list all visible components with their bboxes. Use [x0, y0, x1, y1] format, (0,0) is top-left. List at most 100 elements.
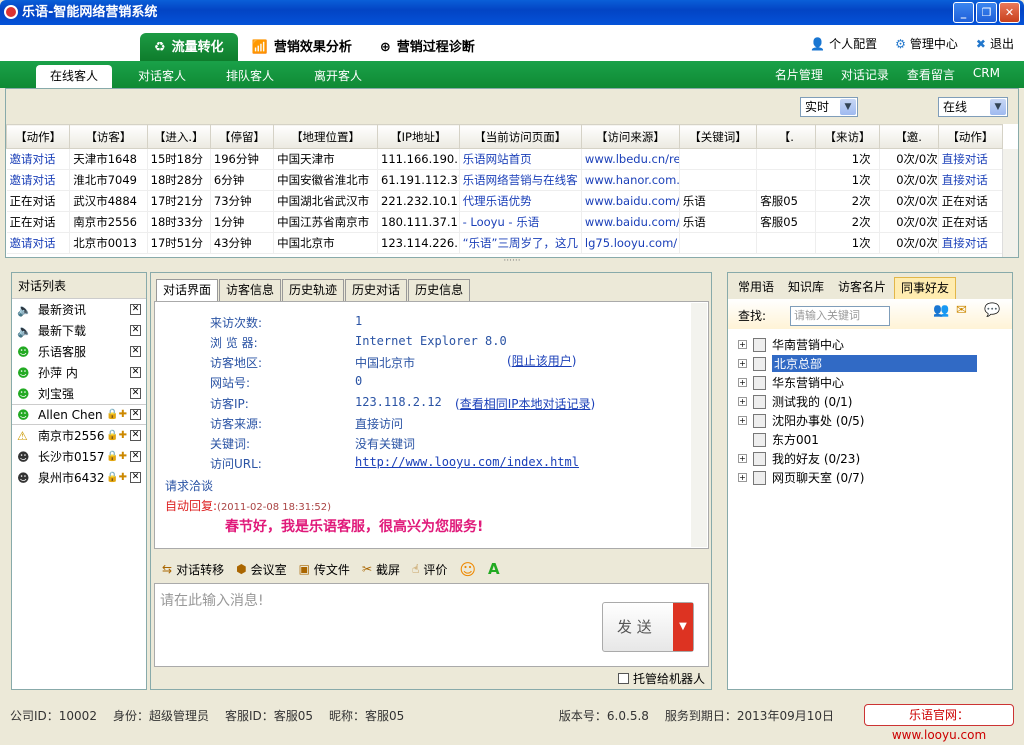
column-header[interactable]: 【当前访问页面】 — [458, 124, 582, 149]
list-item[interactable]: ☻ 刘宝强 ✕ — [12, 383, 146, 404]
info-value[interactable]: http://www.looyu.com/index.html — [355, 455, 579, 469]
add-group-icon[interactable]: 👥 — [933, 303, 949, 318]
tab-marketing-analysis[interactable]: 📶 营销效果分析 — [238, 33, 366, 63]
tool-transfer[interactable]: ⇆ 对话转移 — [162, 561, 224, 578]
close-button[interactable]: ✕ — [999, 2, 1020, 23]
tool-file[interactable]: ▣ 传文件 — [299, 561, 350, 578]
tree-item[interactable]: + 我的好友 (0/23) — [738, 449, 860, 468]
list-item[interactable]: ☻ 长沙市0157 🔒✚ ✕ — [12, 446, 146, 467]
column-header[interactable]: 【地理位置】 — [273, 124, 379, 149]
close-icon[interactable]: ✕ — [130, 325, 141, 336]
admin-center-link[interactable]: ⚙ 管理中心 — [895, 35, 958, 52]
splitter-handle[interactable]: ······ — [5, 257, 1019, 268]
view-messages-link[interactable]: 查看留言 — [907, 66, 955, 83]
message-input[interactable]: 请在此输入消息! 发 送 ▼ — [154, 583, 709, 667]
visitor-scrollbar[interactable] — [1002, 149, 1018, 257]
right-tab[interactable]: 同事好友 — [894, 277, 957, 299]
tree-item[interactable]: + 华南营销中心 — [738, 335, 844, 354]
table-cell[interactable]: 代理乐语优势 — [459, 190, 582, 212]
tool-screenshot[interactable]: ✂ 截屏 — [362, 561, 400, 578]
column-header[interactable]: 【停留】 — [209, 124, 275, 149]
list-item[interactable]: ⚠ 南京市2556 🔒✚ ✕ — [12, 425, 146, 446]
crm-link[interactable]: CRM — [973, 66, 1000, 83]
table-cell[interactable]: 邀请对话 — [6, 169, 71, 191]
list-item[interactable]: ☻ 孙萍 内 ✕ — [12, 362, 146, 383]
font-icon[interactable]: A — [488, 560, 500, 578]
chat-tab[interactable]: 历史信息 — [408, 279, 471, 301]
close-icon[interactable]: ✕ — [130, 304, 141, 315]
list-item[interactable]: ☻ 乐语客服 ✕ — [12, 341, 146, 362]
chat-scrollbar[interactable] — [691, 303, 707, 547]
tree-item[interactable]: + 测试我的 (0/1) — [738, 392, 853, 411]
right-tab[interactable]: 常用语 — [732, 277, 780, 299]
personal-config-link[interactable]: 👤 个人配置 — [810, 35, 877, 52]
column-header[interactable]: 【来访】 — [815, 124, 880, 149]
tool-meeting[interactable]: ⬢ 会议室 — [236, 561, 287, 578]
table-cell[interactable]: - Looyu - 乐语 — [459, 211, 582, 233]
expand-icon[interactable]: + — [738, 416, 747, 425]
close-icon[interactable]: ✕ — [130, 472, 141, 483]
expand-icon[interactable]: + — [738, 378, 747, 387]
emoji-icon[interactable]: ☺ — [459, 560, 476, 579]
tab-queued-visitors[interactable]: 排队客人 — [212, 65, 288, 88]
card-management-link[interactable]: 名片管理 — [775, 66, 823, 83]
column-header[interactable]: 【IP地址】 — [377, 124, 460, 149]
message-icon[interactable]: ✉ — [956, 303, 967, 318]
table-cell[interactable]: 直接对话 — [938, 169, 1004, 191]
close-icon[interactable]: ✕ — [130, 409, 141, 420]
table-row[interactable]: 邀请对话 北京市0013 17时51分 43分钟 中国北京市 123.114.226.1 “… — [6, 232, 1004, 254]
column-header[interactable]: 【进入.】 — [146, 124, 211, 149]
tree-item[interactable]: + 北京总部 — [738, 354, 977, 373]
column-header[interactable]: 【动作】 — [937, 124, 1004, 149]
tool-rating[interactable]: ☝ 评价 — [412, 561, 447, 578]
list-item[interactable]: 🔈 最新下载 ✕ — [12, 320, 146, 341]
right-tab[interactable]: 访客名片 — [832, 277, 892, 299]
same-ip-records-link[interactable]: (查看相同IP本地对话记录) — [455, 395, 595, 412]
tab-chatting-visitors[interactable]: 对话客人 — [124, 65, 200, 88]
status-select[interactable]: 在线 ▼ — [938, 97, 1008, 117]
table-cell[interactable]: 直接对话 — [938, 232, 1004, 254]
list-item[interactable]: ☻ Allen Chen 🔒✚ ✕ — [12, 404, 146, 425]
official-site-link[interactable]: 乐语官网：www.looyu.com — [864, 704, 1014, 742]
tab-process-diagnosis[interactable]: ⊕ 营销过程诊断 — [366, 33, 489, 63]
logout-link[interactable]: ✖ 退出 — [976, 35, 1014, 52]
table-row[interactable]: 正在对话 南京市2556 18时33分 1分钟 中国江苏省南京市 180.111.37.1… — [6, 211, 1004, 233]
table-cell[interactable]: 乐语网络营销与在线客 — [459, 169, 582, 191]
close-icon[interactable]: ✕ — [130, 451, 141, 462]
chat-tab[interactable]: 访客信息 — [219, 279, 282, 301]
close-icon[interactable]: ✕ — [130, 430, 141, 441]
expand-icon[interactable]: + — [738, 359, 747, 368]
close-icon[interactable]: ✕ — [130, 346, 141, 357]
table-row[interactable]: 正在对话 武汉市4884 17时21分 73分钟 中国湖北省武汉市 221.232.10.… — [6, 190, 1004, 212]
table-row[interactable]: 邀请对话 淮北市7049 18时28分 6分钟 中国安徽省淮北市 61.191.112.3… — [6, 169, 1004, 191]
chat-tab[interactable]: 历史对话 — [345, 279, 408, 301]
close-icon[interactable]: ✕ — [130, 367, 141, 378]
column-header[interactable]: 【访问来源】 — [580, 124, 680, 149]
table-cell[interactable]: 邀请对话 — [6, 232, 71, 254]
column-header[interactable]: 【访客】 — [69, 124, 148, 149]
robot-checkbox[interactable]: 托管给机器人 — [617, 670, 705, 687]
tab-online-visitors[interactable]: 在线客人 — [36, 65, 113, 88]
table-cell[interactable]: 直接对话 — [938, 148, 1004, 170]
expand-icon[interactable]: + — [738, 397, 747, 406]
table-cell[interactable]: 邀请对话 — [6, 148, 71, 170]
tab-traffic-conversion[interactable]: ♻ 流量转化 — [140, 33, 238, 63]
column-header[interactable]: 【动作】 — [5, 124, 71, 149]
right-tab[interactable]: 知识库 — [782, 277, 830, 299]
chevron-down-icon[interactable]: ▼ — [673, 603, 693, 651]
chat-records-link[interactable]: 对话记录 — [841, 66, 889, 83]
table-cell[interactable]: 乐语网站首页 — [459, 148, 582, 170]
chat-user-icon[interactable]: 💬 — [984, 303, 1000, 318]
column-header[interactable]: 【邀. — [878, 124, 939, 149]
search-input[interactable]: 请输入关键词 — [790, 306, 890, 326]
tree-item[interactable]: + 沈阳办事处 (0/5) — [738, 411, 865, 430]
tree-item[interactable]: 东方001 — [753, 430, 819, 449]
tree-item[interactable]: + 网页聊天室 (0/7) — [738, 468, 865, 487]
table-row[interactable]: 邀请对话 天津市1648 15时18分 196分钟 中国天津市 111.166.190.1… — [6, 148, 1004, 170]
close-icon[interactable]: ✕ — [130, 388, 141, 399]
send-button[interactable]: 发 送 ▼ — [602, 602, 694, 652]
column-header[interactable]: 【. — [756, 124, 817, 149]
mode-select[interactable]: 实时 ▼ — [800, 97, 858, 117]
chat-tab[interactable]: 历史轨迹 — [282, 279, 345, 301]
tab-left-visitors[interactable]: 离开客人 — [300, 65, 376, 88]
